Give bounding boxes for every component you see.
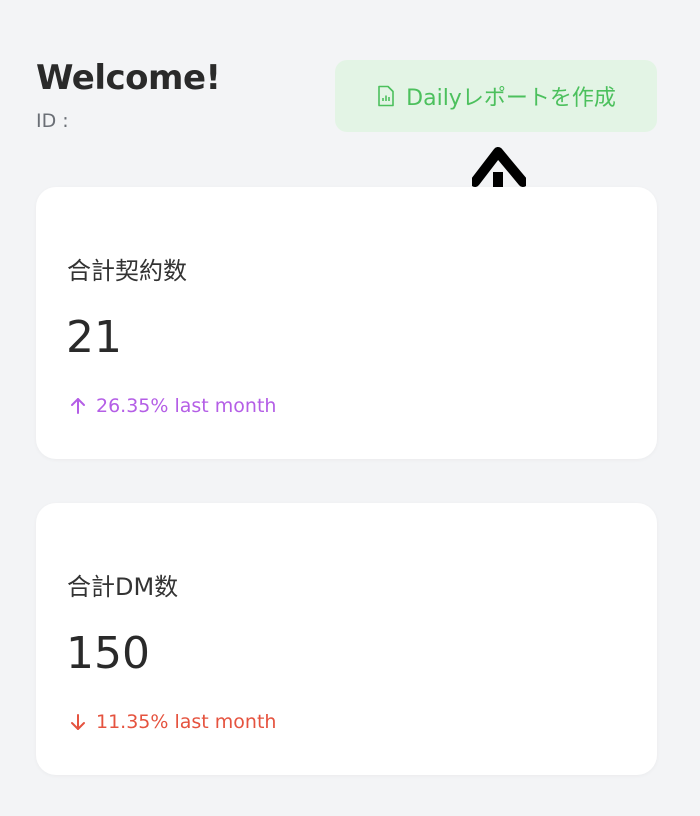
- arrow-up-icon: [71, 398, 85, 414]
- trend-percent: 11.35%: [96, 711, 169, 733]
- report-file-icon: [378, 85, 394, 107]
- total-dm-card: 合計DM数 150 11.35% last month: [36, 503, 657, 775]
- dashboard-page: Welcome! ID : Dailyレポートを作成 合計契約数 21 26.3…: [0, 0, 700, 816]
- trend-period: last month: [174, 711, 277, 733]
- welcome-header: Welcome! ID :: [36, 58, 221, 132]
- trend-period: last month: [174, 395, 277, 417]
- user-id-label: ID :: [36, 110, 69, 132]
- card-value: 21: [66, 312, 122, 363]
- card-value: 150: [66, 628, 150, 679]
- create-daily-report-button[interactable]: Dailyレポートを作成: [335, 60, 657, 132]
- welcome-title: Welcome!: [36, 58, 221, 98]
- create-daily-report-label: Dailyレポートを作成: [406, 86, 616, 111]
- card-label: 合計DM数: [67, 573, 179, 601]
- card-label: 合計契約数: [67, 257, 187, 285]
- trend-indicator: 26.35% last month: [68, 395, 276, 417]
- arrow-down-icon: [71, 714, 85, 730]
- total-contracts-card: 合計契約数 21 26.35% last month: [36, 187, 657, 459]
- trend-indicator: 11.35% last month: [68, 711, 276, 733]
- trend-percent: 26.35%: [96, 395, 169, 417]
